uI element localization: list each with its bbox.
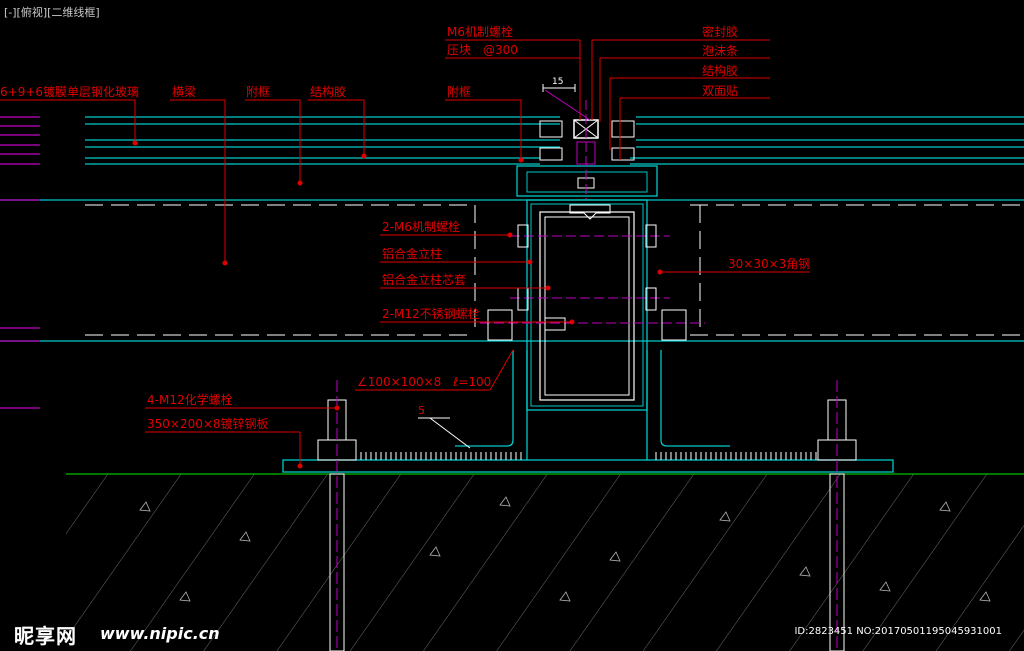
label-dim-15: 15 (552, 77, 563, 87)
crossbeam-dashed (85, 204, 1024, 336)
label-crossbeam: 横梁 (172, 84, 196, 99)
cad-drawing: 6+9+6镀膜单层钢化玻璃 横梁 附框 结构胶 附框 M6机制螺栓 压块 @30… (0, 24, 1024, 651)
label-struct-glue-left: 结构胶 (310, 84, 346, 99)
joint-assembly (516, 100, 658, 200)
label-chem-bolt: 4-M12化学螺栓 (147, 392, 233, 407)
base-plate (282, 452, 894, 473)
label-angle-l: ∠100×100×8 ℓ=100 (357, 375, 491, 389)
label-weld-mark: 5 (418, 404, 425, 417)
label-angle-steel: 30×30×3角钢 (728, 257, 810, 271)
watermark-url: www.nipic.cn (100, 624, 220, 643)
label-glass: 6+9+6镀膜单层钢化玻璃 (0, 85, 139, 99)
watermark-id: ID:2823451 NO:20170501195045931001 (794, 626, 1002, 637)
angle-steel (455, 350, 730, 460)
label-struct-glue-right: 结构胶 (702, 63, 738, 78)
dimension-15 (542, 84, 591, 121)
glass-panel (85, 116, 1024, 165)
viewport-label[interactable]: [-][俯视][二维线框] (4, 4, 100, 20)
label-alu-mullion: 铝合金立柱 (382, 246, 442, 261)
label-m6-bolt-2: 2-M6机制螺栓 (382, 219, 460, 234)
label-pressure-block: 压块 @300 (447, 43, 518, 57)
label-foam-strip: 泡沫条 (702, 44, 738, 58)
label-m6-bolt-top: M6机制螺栓 (447, 24, 513, 39)
label-sealant: 密封胶 (702, 24, 738, 39)
label-plate: 350×200×8镀锌钢板 (147, 417, 269, 431)
watermark-logo: 昵享网 (14, 624, 77, 648)
aluminum-mullion (480, 199, 705, 411)
weld-leader (418, 417, 471, 449)
label-m12-bolt: 2-M12不锈钢螺栓 (382, 306, 480, 321)
label-double-tape: 双面贴 (702, 84, 738, 98)
label-alu-core: 铝合金立柱芯套 (382, 272, 466, 287)
left-edge-ticks (0, 116, 40, 409)
label-subframe-left: 附框 (246, 85, 270, 99)
label-subframe-right: 附框 (447, 85, 471, 99)
